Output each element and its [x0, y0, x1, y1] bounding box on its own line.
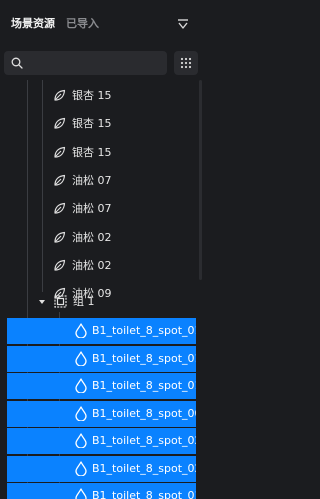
scene-tree: 银杏 15 银杏 15 银杏 15 油松 07 油松 07 油松 02 油松 02 油松 09…	[0, 80, 203, 499]
leaf-icon	[54, 203, 66, 214]
tree-item-label: 银杏 15	[72, 145, 112, 159]
tree-item-label: 油松 07	[72, 173, 112, 187]
caret-down-icon[interactable]	[38, 298, 46, 306]
tree-item[interactable]: 银杏 15	[0, 110, 203, 138]
panel-header: 场景资源 已导入	[0, 0, 203, 44]
droplet-icon	[75, 460, 87, 476]
tree-item-label: 银杏 15	[72, 117, 112, 131]
tree-item-selected[interactable]: B1_toilet_8_spot_01...	[7, 318, 196, 344]
leaf-icon	[54, 259, 66, 271]
tree-item[interactable]: 油松 02	[0, 252, 203, 280]
search-box[interactable]	[4, 51, 167, 75]
leaf-icon	[54, 89, 66, 101]
droplet-icon	[75, 323, 87, 338]
tree-item-selected[interactable]: B1_toilet_8_spot_02...	[7, 428, 196, 454]
tree-item-selected[interactable]: B1_toilet_8_spot_01...	[7, 345, 196, 372]
leaf-icon	[54, 118, 66, 129]
search-icon	[11, 57, 23, 69]
tree-item-label: B1_toilet_8_spot_01...	[92, 324, 196, 337]
tree-item-label: 油松 07	[72, 202, 112, 216]
tree-group-row[interactable]: 组 1	[0, 288, 203, 316]
droplet-icon	[75, 488, 87, 499]
tree-item-selected[interactable]: B1_toilet_8_spot_02...	[7, 455, 196, 482]
group-icon	[54, 295, 67, 308]
tree-item-selected[interactable]: B1_toilet_8_spot_01...	[7, 483, 196, 499]
tree-item-selected[interactable]: B1_toilet_8_spot_01...	[7, 373, 196, 399]
tree-item[interactable]: 油松 07	[0, 167, 203, 195]
tab-imported[interactable]: 已导入	[66, 17, 99, 31]
droplet-icon	[75, 433, 87, 448]
tree-item[interactable]: 银杏 15	[0, 139, 203, 167]
droplet-icon	[75, 350, 87, 366]
search-input[interactable]	[28, 53, 158, 73]
tree-item-label: B1_toilet_8_spot_00...	[92, 406, 196, 420]
tree-scrollbar[interactable]	[199, 80, 202, 280]
droplet-icon	[75, 378, 87, 393]
grid-view-button[interactable]	[174, 51, 198, 75]
tree-item-label: B1_toilet_8_spot_01...	[92, 379, 196, 392]
tree-item-selected[interactable]: B1_toilet_8_spot_00...	[7, 400, 196, 427]
collapse-panel-icon[interactable]	[176, 17, 190, 31]
tree-item-label: B1_toilet_8_spot_02...	[92, 461, 196, 475]
leaf-icon	[54, 146, 66, 158]
leaf-icon	[54, 174, 66, 186]
leaf-icon	[54, 231, 66, 243]
tab-scene-resources[interactable]: 场景资源	[11, 17, 55, 31]
tree-item[interactable]: 银杏 15	[0, 82, 203, 110]
tree-item-label: 油松 02	[72, 230, 112, 244]
grid-dots-icon	[180, 57, 192, 69]
tree-item-label: B1_toilet_8_spot_01...	[92, 351, 196, 365]
tree-item[interactable]: 油松 07	[0, 195, 203, 223]
tree-item-label: B1_toilet_8_spot_02...	[92, 434, 196, 447]
tree-item-label: 油松 02	[72, 258, 112, 272]
tree-item-label: 银杏 15	[72, 89, 112, 102]
tree-item[interactable]: 油松 02	[0, 224, 203, 252]
tree-item-label: B1_toilet_8_spot_01...	[92, 489, 196, 499]
droplet-icon	[75, 405, 87, 421]
search-row	[0, 47, 203, 79]
tree-group-label: 组 1	[73, 295, 95, 308]
